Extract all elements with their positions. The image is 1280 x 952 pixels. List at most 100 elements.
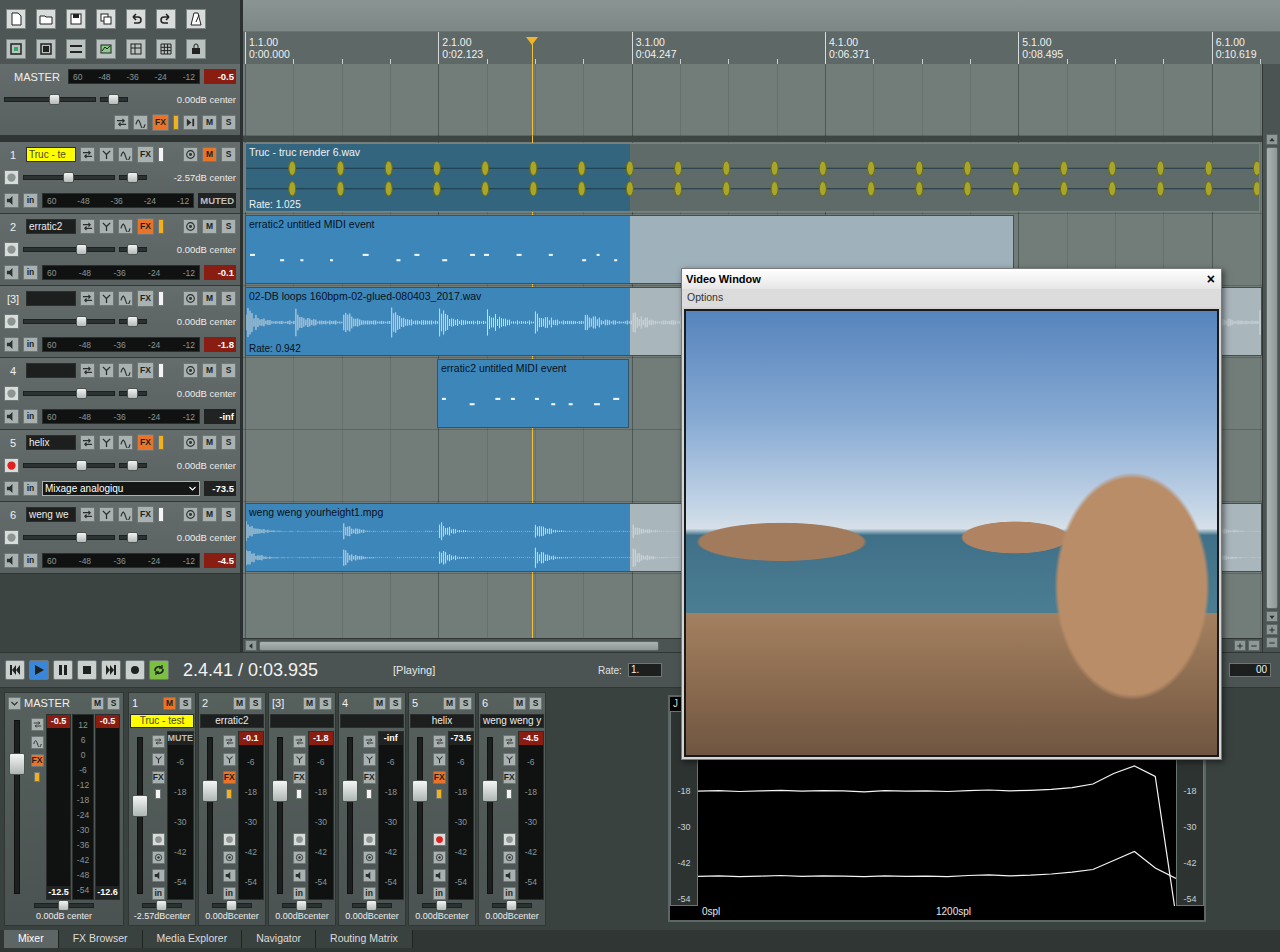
phase-button[interactable] [99,507,114,522]
pan-slider[interactable] [119,247,147,252]
monitor-button[interactable] [4,481,19,496]
pan-slider[interactable] [100,97,128,102]
mute-button[interactable]: M [513,697,526,710]
scroll-down-button[interactable] [1266,611,1278,622]
fx-button[interactable]: FX [137,218,154,235]
input-button[interactable]: in [23,337,38,352]
envelope-lock-button[interactable] [96,39,116,59]
fx-button[interactable]: FX [137,506,154,523]
route-button[interactable] [363,735,376,748]
fader-knob[interactable] [272,780,288,802]
slider-knob[interactable] [127,460,138,471]
docker-tab[interactable]: Media Explorer [143,930,243,948]
record-arm-button[interactable] [4,242,19,257]
solo-button[interactable]: S [221,291,236,306]
strip-name-field[interactable]: erratic2 [200,714,264,728]
route-button[interactable] [223,735,236,748]
envelope-button[interactable] [118,363,133,378]
mute-button[interactable]: M [202,219,217,234]
zoom-in-button[interactable] [1266,624,1278,635]
slider-knob[interactable] [108,94,119,105]
go-to-end-button[interactable] [101,660,121,680]
slider-knob[interactable] [366,900,377,911]
input-button[interactable]: in [23,409,38,424]
menu-item[interactable]: Options [687,291,723,305]
metronome-button[interactable] [186,9,206,29]
pan-slider[interactable] [119,535,147,540]
pan-slider[interactable] [119,391,147,396]
envelope-button[interactable] [133,115,148,130]
crossfade-button[interactable] [36,39,56,59]
slider-knob[interactable] [127,532,138,543]
scroll-left-button[interactable] [245,640,257,651]
record-arm-button[interactable] [363,833,376,846]
solo-button[interactable]: S [221,435,236,450]
slider-knob[interactable] [127,172,138,183]
track-name-field[interactable] [26,363,76,378]
record-arm-button[interactable] [152,833,165,846]
fx-button[interactable]: FX [31,754,44,767]
pan-slider[interactable] [282,903,322,908]
scroll-up-button[interactable] [1266,134,1278,145]
fx-button[interactable]: FX [137,290,154,307]
record-monitor-button[interactable] [293,851,306,864]
phase-button[interactable] [503,753,516,766]
zoom-in-button[interactable] [1234,640,1246,651]
open-folder-button[interactable] [36,9,56,29]
docker-tab[interactable]: Mixer [4,930,59,948]
volume-fader[interactable] [207,737,213,894]
record-button[interactable] [125,660,145,680]
monitor-button[interactable] [4,265,19,280]
transport-field[interactable]: 00 [1229,663,1271,677]
phase-button[interactable] [99,363,114,378]
volume-fader[interactable] [277,737,283,894]
slider-knob[interactable] [58,900,69,911]
record-monitor-button[interactable] [183,363,198,378]
copy-button[interactable] [96,9,116,29]
mute-button[interactable]: M [91,697,104,710]
phase-button[interactable] [152,753,165,766]
solo-button[interactable]: S [319,697,332,710]
pan-slider[interactable] [119,175,147,180]
save-button[interactable] [66,9,86,29]
slider-knob[interactable] [76,244,87,255]
record-arm-button[interactable] [4,386,19,401]
route-button[interactable] [80,435,95,450]
route-button[interactable] [80,363,95,378]
pan-slider[interactable] [119,463,147,468]
fader-knob[interactable] [202,780,218,802]
mute-button[interactable]: M [202,115,217,130]
fx-button[interactable]: FX [293,771,306,784]
route-button[interactable] [433,735,446,748]
phase-button[interactable] [99,147,114,162]
envelope-button[interactable] [118,507,133,522]
route-button[interactable] [80,219,95,234]
mute-button[interactable]: M [202,291,217,306]
go-to-start-button[interactable] [5,660,25,680]
record-monitor-button[interactable] [363,851,376,864]
input-button[interactable]: in [23,193,38,208]
mute-button[interactable]: M [202,435,217,450]
mute-button[interactable]: M [202,507,217,522]
input-button[interactable]: in [293,887,306,900]
solo-button[interactable]: S [389,697,402,710]
route-button[interactable] [31,718,44,731]
pan-slider[interactable] [142,903,182,908]
mute-button[interactable]: M [163,697,176,710]
slider-knob[interactable] [127,388,138,399]
track-name-field[interactable] [26,291,76,306]
phase-button[interactable] [99,435,114,450]
envelope-button[interactable] [118,219,133,234]
route-button[interactable] [80,291,95,306]
volume-fader[interactable] [14,720,20,894]
strip-name-field[interactable]: weng weng y [480,714,544,728]
slider-knob[interactable] [127,244,138,255]
slider-knob[interactable] [63,172,74,183]
media-item[interactable]: Truc - truc render 6.wavRate: 1.025 [245,143,1260,212]
input-select[interactable]: Mixage analogiqu [42,481,200,496]
scroll-thumb[interactable] [259,641,659,651]
scroll-thumb[interactable] [1266,147,1278,609]
solo-button[interactable]: S [221,507,236,522]
lock-button[interactable] [186,39,206,59]
docker-tab[interactable]: Routing Matrix [316,930,413,948]
